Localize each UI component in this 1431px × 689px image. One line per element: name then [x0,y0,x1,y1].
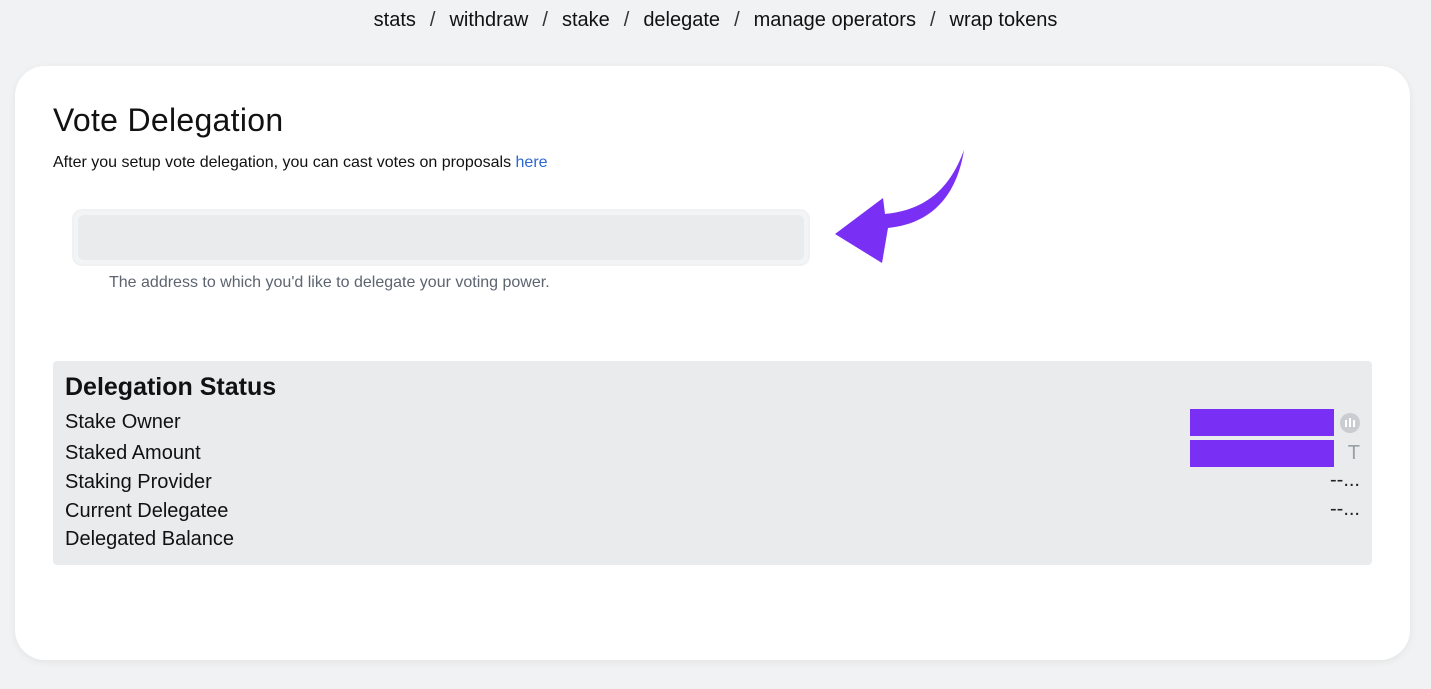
page-subtitle: After you setup vote delegation, you can… [53,154,548,172]
status-value: --... [1330,469,1360,491]
nav-stake[interactable]: stake [554,9,618,32]
redacted-value-bar [1190,440,1334,467]
nav-wrap-tokens[interactable]: wrap tokens [942,9,1066,32]
pointer-arrow-icon [835,150,964,263]
status-row-stake-owner: Stake Owner [65,409,1360,437]
delegate-address-input[interactable] [78,215,804,260]
vote-delegation-card: Vote Delegation After you setup vote del… [15,66,1410,660]
nav-withdraw[interactable]: withdraw [441,9,536,32]
page-title: Vote Delegation [53,102,284,138]
status-value: --... [1330,498,1360,520]
nav-delegate[interactable]: delegate [635,9,728,32]
proposals-link[interactable]: here [516,154,548,171]
status-row-delegated-balance: Delegated Balance [65,526,1360,554]
redacted-value-bar [1190,409,1334,436]
address-field-wrapper [74,211,808,264]
delegation-status-panel: Delegation Status Stake Owner Staked Amo… [53,361,1372,565]
nav-manage-operators[interactable]: manage operators [746,9,924,32]
status-label: Stake Owner [65,411,181,433]
status-row-current-delegatee: Current Delegatee --... [65,498,1360,526]
subtitle-text: After you setup vote delegation, you can… [53,154,512,171]
nav-separator: / [623,8,630,31]
nav-separator: / [734,8,740,31]
token-symbol: T [1347,442,1360,464]
coin-icon [1340,413,1360,433]
status-label: Delegated Balance [65,528,235,550]
status-label: Current Delegatee [65,500,229,522]
status-row-staked-amount: Staked Amount T [65,440,1360,468]
address-helper-text: The address to which you'd like to deleg… [109,274,550,291]
delegation-status-title: Delegation Status [65,373,277,401]
top-navigation: stats / withdraw / stake / delegate / ma… [0,0,1431,40]
status-label: Staked Amount [65,442,201,464]
nav-stats[interactable]: stats [366,9,424,32]
nav-separator: / [542,8,548,31]
status-label: Staking Provider [65,471,212,493]
status-row-staking-provider: Staking Provider --... [65,469,1360,497]
nav-separator: / [929,8,936,31]
nav-separator: / [429,8,436,31]
